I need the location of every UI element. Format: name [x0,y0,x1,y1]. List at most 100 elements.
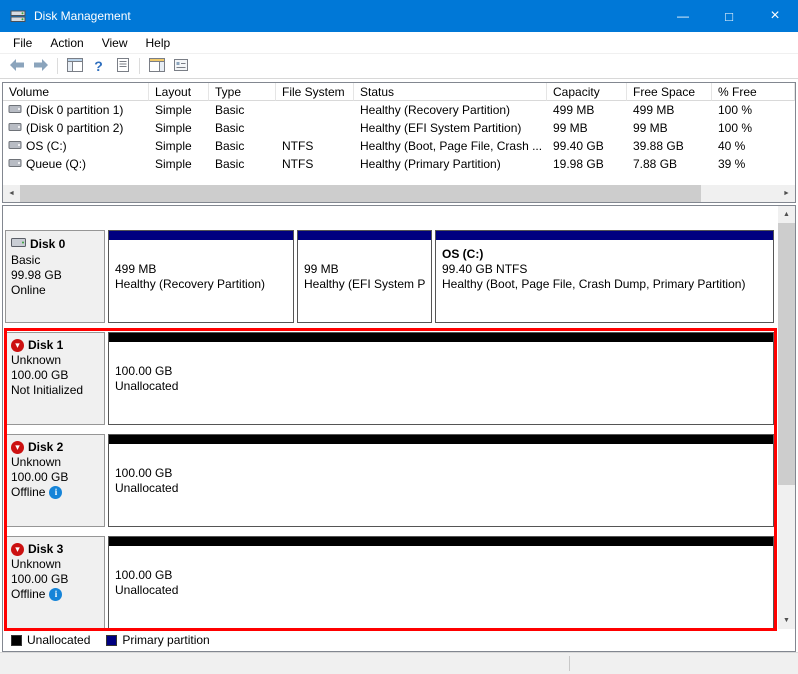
partition-efi[interactable]: 99 MB Healthy (EFI System Partition) [297,230,432,323]
legend-primary-partition: Primary partition [106,633,209,647]
volume-name: (Disk 0 partition 2) [26,121,123,135]
menu-help[interactable]: Help [137,32,180,53]
column-header-pct-free[interactable]: % Free [712,83,795,101]
properties-icon [174,58,188,75]
disk-name: Disk 3 [28,542,63,557]
column-header-type[interactable]: Type [209,83,276,101]
disk-size: 100.00 GB [11,470,99,485]
volume-icon [8,157,22,172]
partition-recovery[interactable]: 499 MB Healthy (Recovery Partition) [108,230,294,323]
status-cell: Healthy (Recovery Partition) [354,101,547,119]
partition-text: OS (C:) 99.40 GB NTFS Healthy (Boot, Pag… [436,240,773,292]
unallocated-region[interactable]: 100.00 GB Unallocated [108,536,774,629]
scroll-right-arrow[interactable]: ► [778,185,795,202]
content-area: Volume Layout Type File System Status Ca… [0,79,798,652]
column-header-status[interactable]: Status [354,83,547,101]
scroll-up-arrow[interactable]: ▲ [778,206,795,223]
column-header-volume[interactable]: Volume [3,83,149,101]
back-icon [9,58,25,75]
graphical-view-pane: Disk 0 Basic 99.98 GB Online 49 [2,205,796,652]
column-header-capacity[interactable]: Capacity [547,83,627,101]
pct-free-cell: 40 % [712,137,795,155]
toolbar-separator [139,58,140,74]
volume-row-os-c[interactable]: OS (C:) Simple Basic NTFS Healthy (Boot,… [3,137,795,155]
menubar: File Action View Help [0,32,798,54]
column-header-free-space[interactable]: Free Space [627,83,712,101]
unallocated-region[interactable]: 100.00 GB Unallocated [108,434,774,527]
volume-row-disk0-partition2[interactable]: (Disk 0 partition 2) Simple Basic Health… [3,119,795,137]
disk-0-label-panel[interactable]: Disk 0 Basic 99.98 GB Online [5,230,105,323]
file-system-cell [276,119,354,137]
disk-area: Disk 0 Basic 99.98 GB Online 49 [3,206,795,629]
partition-text: 100.00 GB Unallocated [109,444,773,496]
scroll-down-arrow[interactable]: ▼ [778,612,795,629]
column-header-layout[interactable]: Layout [149,83,209,101]
partition-size: 99 MB [304,262,425,277]
free-space-cell: 7.88 GB [627,155,712,173]
minimize-icon: — [677,9,689,23]
maximize-button[interactable]: □ [706,0,752,32]
scroll-left-arrow[interactable]: ◄ [3,185,20,202]
back-button[interactable] [5,55,28,77]
toolbar-separator [57,58,58,74]
volume-cell: OS (C:) [3,137,149,155]
disk-state: Not Initialized [11,383,99,398]
column-header-file-system[interactable]: File System [276,83,354,101]
disk-size: 100.00 GB [11,572,99,587]
info-icon: i [49,588,62,601]
horizontal-scrollbar[interactable]: ◄ ► [3,185,795,202]
partition-size: 100.00 GB [115,568,767,583]
volume-icon [8,139,22,154]
vertical-scrollbar[interactable]: ▲ ▼ [778,206,795,629]
help-button[interactable]: ? [87,55,110,77]
menu-file[interactable]: File [4,32,41,53]
volume-row-queue-q[interactable]: Queue (Q:) Simple Basic NTFS Healthy (Pr… [3,155,795,173]
forward-button[interactable] [29,55,52,77]
free-space-cell: 39.88 GB [627,137,712,155]
export-list-button[interactable] [111,55,134,77]
disk-2-label-panel[interactable]: ▾ Disk 2 Unknown 100.00 GB Offline i [5,434,105,527]
properties-button[interactable] [169,55,192,77]
volume-row-disk0-partition1[interactable]: (Disk 0 partition 1) Simple Basic Health… [3,101,795,119]
unallocated-region[interactable]: 100.00 GB Unallocated [108,332,774,425]
menu-view[interactable]: View [93,32,137,53]
action-pane-button[interactable] [145,55,168,77]
disk-management-window: Disk Management — □ × File Action View H… [0,0,798,674]
toolbar: ? [0,54,798,79]
disk-3-block: ▾ Disk 3 Unknown 100.00 GB Offline i [5,536,774,629]
disk-1-partitions: 100.00 GB Unallocated [108,332,774,425]
partition-text: 100.00 GB Unallocated [109,546,773,598]
menu-action[interactable]: Action [41,32,92,53]
disk-name: Disk 0 [30,237,65,252]
close-button[interactable]: × [752,0,798,32]
disk-scroll-area: Disk 0 Basic 99.98 GB Online 49 [3,206,778,629]
capacity-cell: 19.98 GB [547,155,627,173]
vertical-scroll-track[interactable] [778,485,795,612]
pct-free-cell: 100 % [712,101,795,119]
primary-partition-band [298,231,431,240]
type-cell: Basic [209,155,276,173]
volume-list-empty-space [3,173,795,185]
disk-name: Disk 1 [28,338,63,353]
disk-kind: Unknown [11,557,99,572]
partition-status: Unallocated [115,481,767,496]
partition-status: Healthy (EFI System Partition) [304,277,425,292]
vertical-scroll-thumb[interactable] [778,223,795,485]
disk-3-partitions: 100.00 GB Unallocated [108,536,774,629]
capacity-cell: 99.40 GB [547,137,627,155]
disk-1-label-panel[interactable]: ▾ Disk 1 Unknown 100.00 GB Not Initializ… [5,332,105,425]
legend-unallocated: Unallocated [11,633,90,647]
partition-name [115,451,767,466]
minimize-button[interactable]: — [660,0,706,32]
legend-label: Unallocated [27,633,90,647]
maximize-icon: □ [725,9,733,24]
console-tree-button[interactable] [63,55,86,77]
disk-name: Disk 2 [28,440,63,455]
horizontal-scroll-thumb[interactable] [20,185,701,202]
unallocated-band [109,537,773,546]
partition-os-c[interactable]: OS (C:) 99.40 GB NTFS Healthy (Boot, Pag… [435,230,774,323]
partition-name [115,553,767,568]
help-icon: ? [94,58,103,74]
disk-2-partitions: 100.00 GB Unallocated [108,434,774,527]
disk-3-label-panel[interactable]: ▾ Disk 3 Unknown 100.00 GB Offline i [5,536,105,629]
